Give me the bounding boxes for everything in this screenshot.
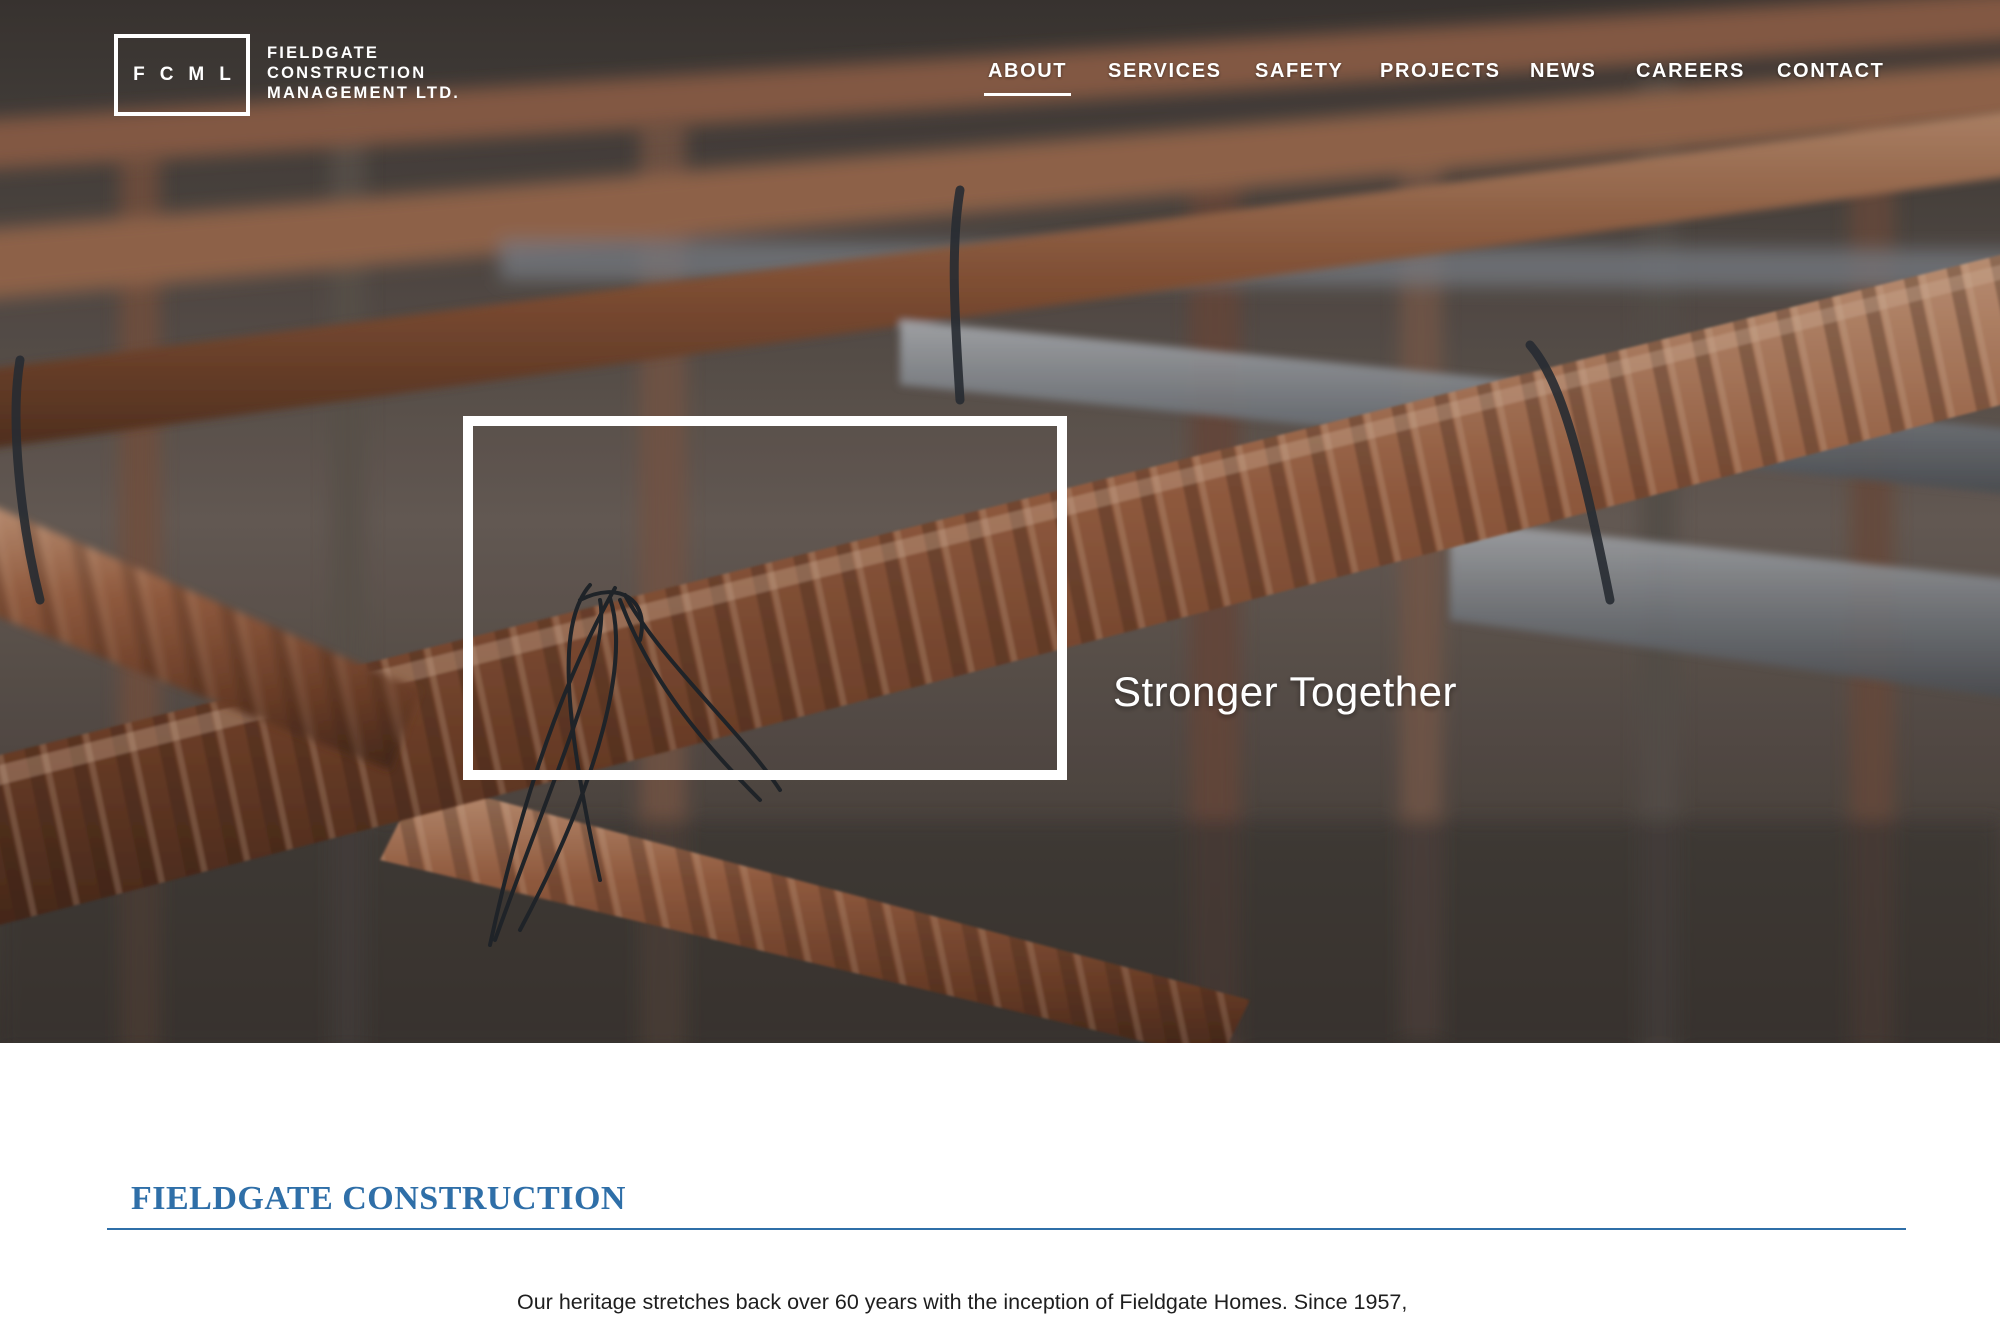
section-title: FIELDGATE CONSTRUCTION	[131, 1180, 626, 1217]
nav-item-safety[interactable]: SAFETY	[1255, 60, 1344, 83]
intro-paragraph: Our heritage stretches back over 60 year…	[517, 1290, 1408, 1314]
section-divider	[107, 1228, 1906, 1230]
logo-initials: FCML	[133, 64, 246, 85]
hero-decorative-frame	[463, 416, 1067, 780]
hero-heading: Stronger Together	[1113, 668, 1457, 715]
hero-banner: FCML FIELDGATE CONSTRUCTION MANAGEMENT L…	[0, 0, 2000, 1043]
nav-item-projects[interactable]: PROJECTS	[1380, 60, 1501, 83]
logo-mark-box[interactable]: FCML	[114, 34, 250, 116]
nav-item-careers[interactable]: CAREERS	[1636, 60, 1745, 83]
logo-line: FIELDGATE	[267, 44, 380, 62]
nav-item-services[interactable]: SERVICES	[1108, 60, 1222, 83]
logo-company-name[interactable]: FIELDGATE CONSTRUCTION MANAGEMENT LTD.	[267, 43, 460, 103]
logo-line: CONSTRUCTION	[267, 64, 427, 82]
nav-item-about[interactable]: ABOUT	[983, 60, 1072, 96]
nav-item-contact[interactable]: CONTACT	[1777, 60, 1884, 83]
logo-line: MANAGEMENT LTD.	[267, 84, 461, 102]
nav-item-news[interactable]: NEWS	[1530, 60, 1596, 83]
